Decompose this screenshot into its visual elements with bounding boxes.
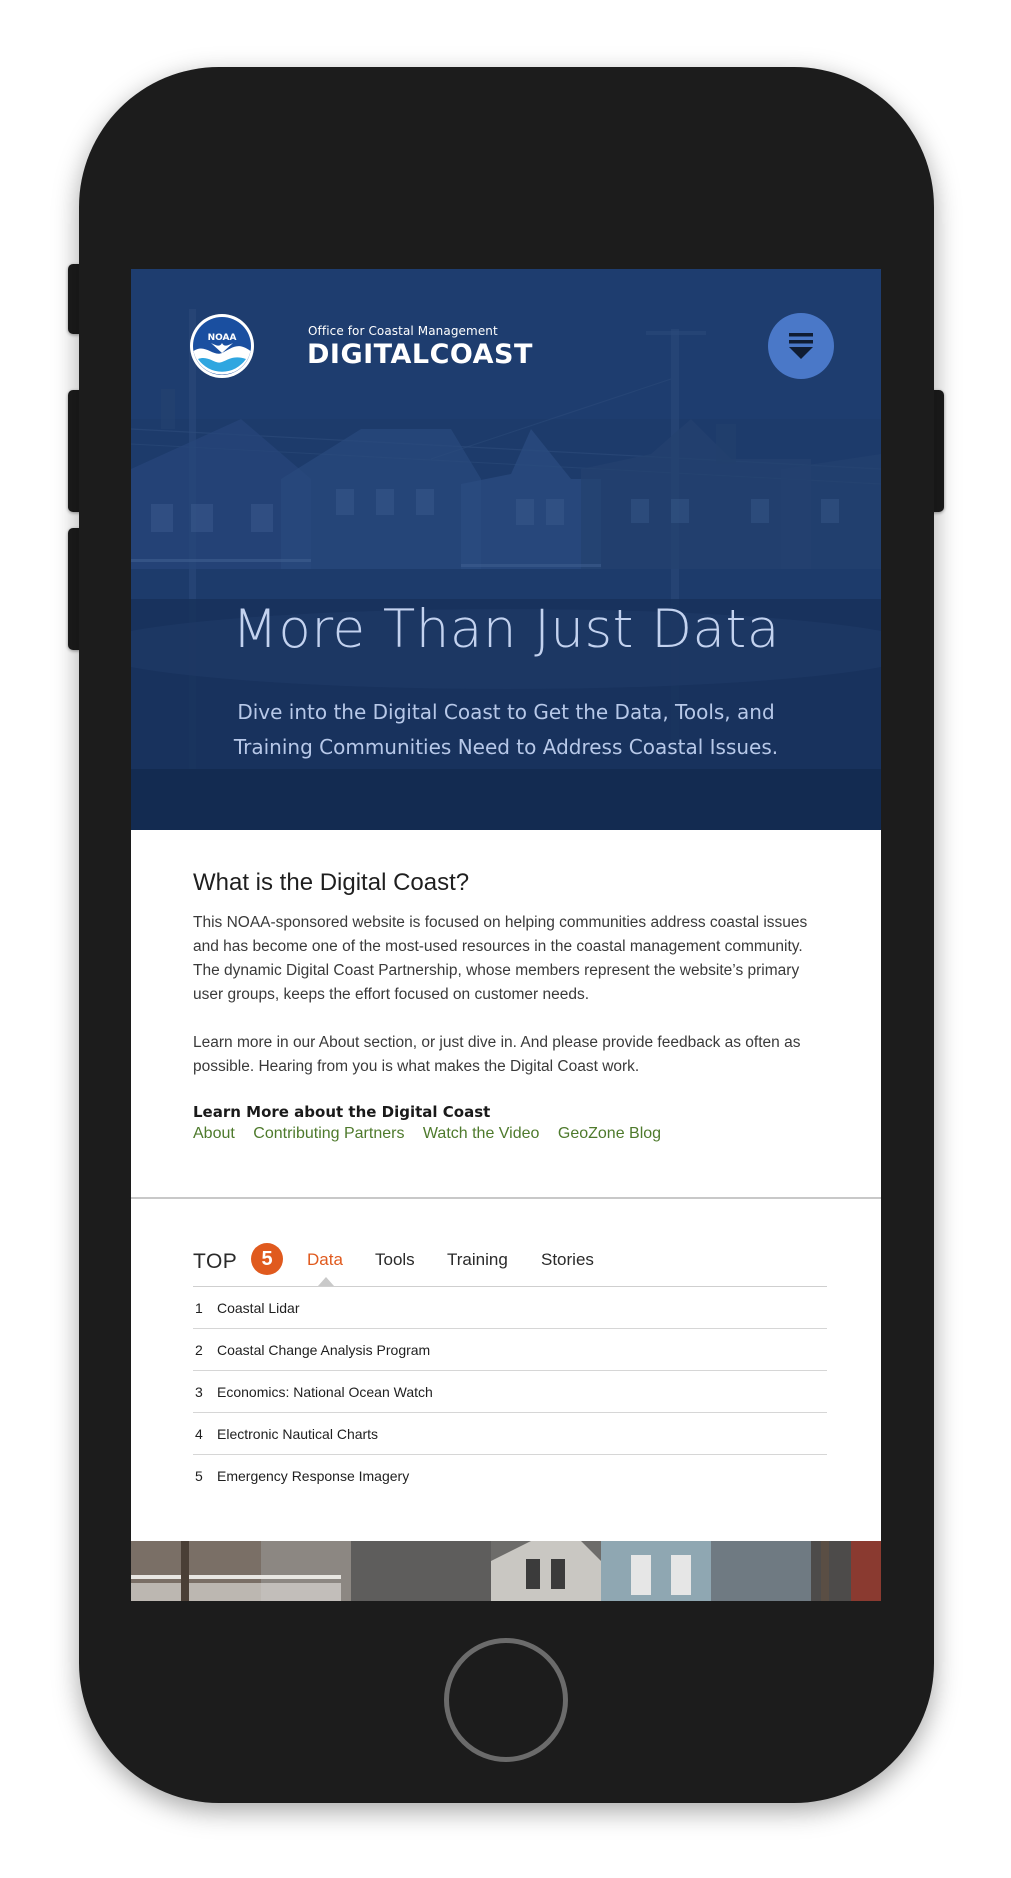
- top-label: TOP: [193, 1250, 238, 1273]
- list-item[interactable]: 1 Coastal Lidar: [193, 1287, 827, 1329]
- item-name: Economics: National Ocean Watch: [217, 1383, 433, 1400]
- tab-tools[interactable]: Tools: [375, 1250, 415, 1270]
- tab-stories[interactable]: Stories: [541, 1250, 594, 1270]
- list-item[interactable]: 3 Economics: National Ocean Watch: [193, 1371, 827, 1413]
- item-number: 2: [195, 1341, 203, 1358]
- phone-screen: NOAA Office for Coastal Management DIGIT…: [131, 269, 881, 1601]
- home-button[interactable]: [444, 1638, 568, 1762]
- hero-subtitle: Dive into the Digital Coast to Get the D…: [233, 700, 779, 759]
- learn-more-links: About Contributing Partners Watch the Vi…: [193, 1125, 833, 1143]
- hero-title: More Than Just Data: [232, 599, 780, 660]
- about-paragraph-1: This NOAA-sponsored website is focused o…: [193, 914, 808, 1003]
- item-number: 5: [195, 1468, 203, 1484]
- section-divider: [131, 1197, 881, 1199]
- noaa-logo-text: NOAA: [208, 333, 237, 343]
- item-number: 4: [195, 1425, 203, 1442]
- item-number: 3: [195, 1383, 203, 1400]
- about-section: What is the Digital Coast? This NOAA-spo…: [193, 869, 833, 1143]
- menu-dropdown-icon: [789, 333, 813, 359]
- site-title[interactable]: DIGITALCOAST: [307, 339, 533, 370]
- tab-data[interactable]: Data: [307, 1250, 343, 1270]
- about-paragraph-2: Learn more in our About section, or just…: [193, 1034, 801, 1075]
- top5-section: TOP 5 Data Tools Training Stories 1 Coas…: [193, 1241, 827, 1497]
- item-number: 1: [195, 1299, 203, 1316]
- houses-photo: [131, 1541, 881, 1601]
- top5-tabs: TOP 5 Data Tools Training Stories: [193, 1241, 827, 1287]
- list-item[interactable]: 4 Electronic Nautical Charts: [193, 1413, 827, 1455]
- active-tab-pointer: [318, 1277, 334, 1286]
- item-name: Coastal Lidar: [217, 1299, 300, 1316]
- noaa-logo[interactable]: NOAA: [189, 313, 255, 379]
- item-name: Coastal Change Analysis Program: [217, 1341, 431, 1358]
- learn-more-title: Learn More about the Digital Coast: [193, 1103, 491, 1121]
- item-name: Electronic Nautical Charts: [217, 1425, 379, 1442]
- office-name: Office for Coastal Management: [308, 324, 498, 338]
- item-name: Emergency Response Imagery: [217, 1468, 410, 1484]
- top5-list: 1 Coastal Lidar 2 Coastal Change Analysi…: [193, 1287, 827, 1497]
- list-item[interactable]: 2 Coastal Change Analysis Program: [193, 1329, 827, 1371]
- about-heading: What is the Digital Coast?: [193, 869, 470, 896]
- tab-training[interactable]: Training: [447, 1250, 508, 1270]
- link-about[interactable]: About: [193, 1125, 235, 1142]
- footer-photo-strip: [131, 1541, 881, 1601]
- link-watch-video[interactable]: Watch the Video: [423, 1125, 540, 1142]
- link-contributing-partners[interactable]: Contributing Partners: [253, 1125, 404, 1142]
- list-item[interactable]: 5 Emergency Response Imagery: [193, 1455, 827, 1497]
- top-count-badge: 5: [251, 1243, 283, 1275]
- hero-section: NOAA Office for Coastal Management DIGIT…: [131, 269, 881, 830]
- link-geozone-blog[interactable]: GeoZone Blog: [558, 1125, 661, 1142]
- menu-button[interactable]: [768, 313, 834, 379]
